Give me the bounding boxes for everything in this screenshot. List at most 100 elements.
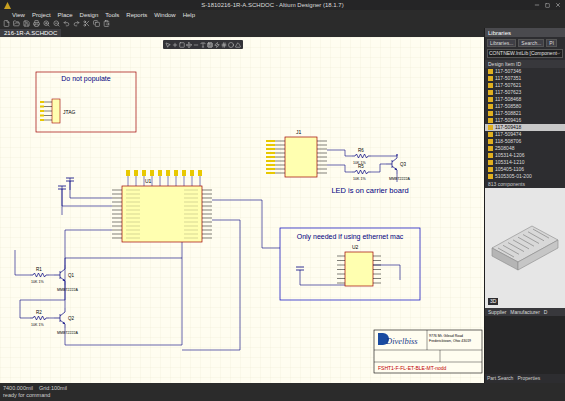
schematic-canvas[interactable]: Do not populateJTAGU1R110K 1%R210K 1%R51… xyxy=(0,37,484,383)
component-row[interactable]: 117-507621 xyxy=(485,82,565,89)
wire[interactable] xyxy=(327,165,352,172)
copy-icon[interactable] xyxy=(93,20,100,27)
schematic-sheet[interactable]: Do not populateJTAGU1R110K 1%R210K 1%R51… xyxy=(0,37,484,383)
wire[interactable] xyxy=(212,200,262,201)
wire[interactable] xyxy=(65,240,182,345)
wire[interactable] xyxy=(49,318,54,319)
column-header[interactable]: Design Item ID xyxy=(485,60,565,68)
net-label[interactable] xyxy=(126,170,130,186)
triangle-icon[interactable] xyxy=(235,42,241,48)
supplier-column[interactable]: Manufacturer xyxy=(510,310,539,315)
panel-tab[interactable]: Properties xyxy=(517,376,540,381)
zoom-in-icon[interactable] xyxy=(43,20,50,27)
wire[interactable] xyxy=(65,258,182,308)
component-row[interactable]: 105405-1106 xyxy=(485,166,565,173)
wire[interactable] xyxy=(70,178,112,198)
wire[interactable] xyxy=(371,154,397,156)
close-icon[interactable] xyxy=(555,2,561,8)
wire[interactable] xyxy=(262,200,280,248)
maximize-icon[interactable] xyxy=(545,3,550,8)
component-row[interactable]: 2508048 xyxy=(485,145,565,152)
menu-item[interactable]: Reports xyxy=(126,12,147,18)
net-label[interactable] xyxy=(182,170,186,186)
net-label[interactable] xyxy=(134,170,138,186)
component-row[interactable]: 117-507623 xyxy=(485,89,565,96)
component-row[interactable]: 105314-1206 xyxy=(485,152,565,159)
save-icon[interactable] xyxy=(23,20,30,27)
select-icon[interactable] xyxy=(165,42,171,48)
rectangle-icon[interactable] xyxy=(179,42,185,48)
net-label[interactable] xyxy=(174,170,178,186)
component-row[interactable]: 117-507346 xyxy=(485,68,565,75)
cut-icon[interactable] xyxy=(83,20,90,27)
net-label[interactable] xyxy=(190,170,194,186)
capacitor[interactable] xyxy=(66,178,74,190)
minimize-icon[interactable] xyxy=(534,2,540,8)
capacitor[interactable] xyxy=(296,267,304,270)
menu-item[interactable]: View xyxy=(12,12,25,18)
panel-tab[interactable]: Part Search xyxy=(487,376,513,381)
panel-button[interactable]: Libraries... xyxy=(487,39,516,47)
capacitor[interactable] xyxy=(58,186,66,215)
resistor[interactable]: R110K 1% xyxy=(30,267,49,284)
component-row[interactable]: 118-508706 xyxy=(485,138,565,145)
wire[interactable] xyxy=(15,250,30,275)
menu-item[interactable]: Project xyxy=(32,12,51,18)
u2-body[interactable] xyxy=(345,252,373,286)
resistor[interactable]: R510K 1% xyxy=(352,164,371,181)
menu-item[interactable]: Place xyxy=(58,12,73,18)
circle-icon[interactable] xyxy=(228,42,234,48)
new-file-icon[interactable] xyxy=(3,20,10,27)
transistor[interactable]: Q3MMBT2222A xyxy=(386,154,411,181)
component-row[interactable]: 117-508580 xyxy=(485,103,565,110)
component-row[interactable]: 117-509416 xyxy=(485,117,565,124)
jtag-header[interactable] xyxy=(52,99,60,123)
preview-3d-button[interactable]: 3D xyxy=(488,298,498,305)
bus-icon[interactable] xyxy=(221,42,227,48)
wire[interactable] xyxy=(327,150,352,156)
net-label[interactable] xyxy=(158,170,162,186)
menu-item[interactable]: Window xyxy=(154,12,175,18)
paste-icon[interactable] xyxy=(103,20,110,27)
zoom-out-icon[interactable] xyxy=(53,20,60,27)
component-row[interactable]: 5105305-01-200 xyxy=(485,173,565,180)
add-icon[interactable] xyxy=(172,42,178,48)
j1-body[interactable] xyxy=(285,137,317,177)
model-preview[interactable]: 3D xyxy=(485,188,565,308)
wire[interactable] xyxy=(65,230,112,265)
component-row[interactable]: 117-508821 xyxy=(485,110,565,117)
resistor[interactable]: R610K 1% xyxy=(352,148,371,165)
library-dropdown[interactable]: CONTNEW.IntLib [Component xyxy=(487,49,563,58)
wire[interactable] xyxy=(62,186,112,206)
open-folder-icon[interactable] xyxy=(13,20,20,27)
menu-item[interactable]: Help xyxy=(183,12,195,18)
undo-icon[interactable] xyxy=(63,20,70,27)
document-tab[interactable]: 216-1R-A.SCHDOC xyxy=(0,29,61,37)
line-icon[interactable] xyxy=(193,42,199,48)
component-row[interactable]: 117-509418 xyxy=(485,124,565,131)
wire[interactable] xyxy=(371,164,386,172)
component-row[interactable]: 117-508468 xyxy=(485,96,565,103)
print-icon[interactable] xyxy=(33,20,40,27)
component-row[interactable]: 105314-1210 xyxy=(485,159,565,166)
net-label[interactable] xyxy=(166,170,170,186)
text-icon[interactable] xyxy=(200,42,206,48)
wire[interactable] xyxy=(49,275,54,276)
supplier-column[interactable]: Supplier xyxy=(488,310,506,315)
menu-item[interactable]: Design xyxy=(80,12,99,18)
wire[interactable] xyxy=(300,270,345,285)
transistor[interactable]: Q1MMBT2222A xyxy=(54,265,79,292)
net-label[interactable] xyxy=(198,170,202,186)
panel-button[interactable]: Pl xyxy=(546,39,556,47)
power-icon[interactable] xyxy=(214,42,220,48)
move-icon[interactable] xyxy=(186,42,192,48)
menu-item[interactable]: Tools xyxy=(105,12,119,18)
transistor[interactable]: Q2MMBT2222A xyxy=(54,308,79,335)
wire[interactable] xyxy=(373,265,400,280)
component-row[interactable]: 117-509474 xyxy=(485,131,565,138)
redo-icon[interactable] xyxy=(73,20,80,27)
panel-button[interactable]: Search... xyxy=(518,39,544,47)
supplier-column[interactable]: D xyxy=(544,310,548,315)
component-row[interactable]: 117-507351 xyxy=(485,75,565,82)
u1-body[interactable] xyxy=(122,186,202,242)
